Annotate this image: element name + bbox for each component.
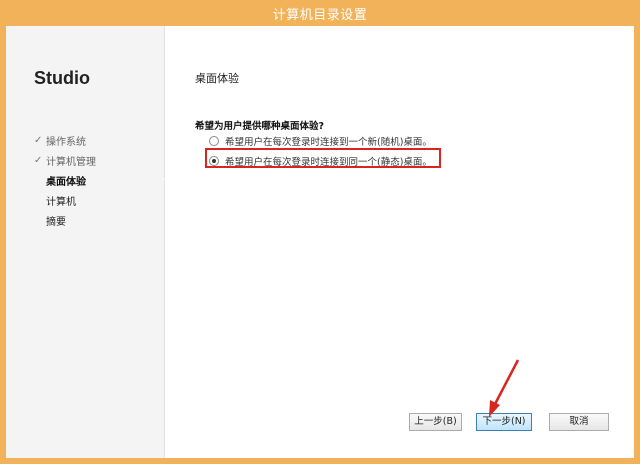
- annotation-arrow-icon: [489, 359, 520, 417]
- title-bar[interactable]: 计算机目录设置: [0, 0, 640, 26]
- wizard-client-area: Studio ✓ 操作系统 ✓ 计算机管理 桌面体验 计算机 摘要 桌面体验 希…: [6, 26, 634, 458]
- app-window: 计算机目录设置 Studio ✓ 操作系统 ✓ 计算机管理 桌面体验 计算机 摘…: [0, 0, 640, 464]
- annotation-arrow-head: [489, 400, 500, 417]
- window-title: 计算机目录设置: [272, 8, 368, 23]
- annotation-arrow-shaft: [492, 359, 520, 407]
